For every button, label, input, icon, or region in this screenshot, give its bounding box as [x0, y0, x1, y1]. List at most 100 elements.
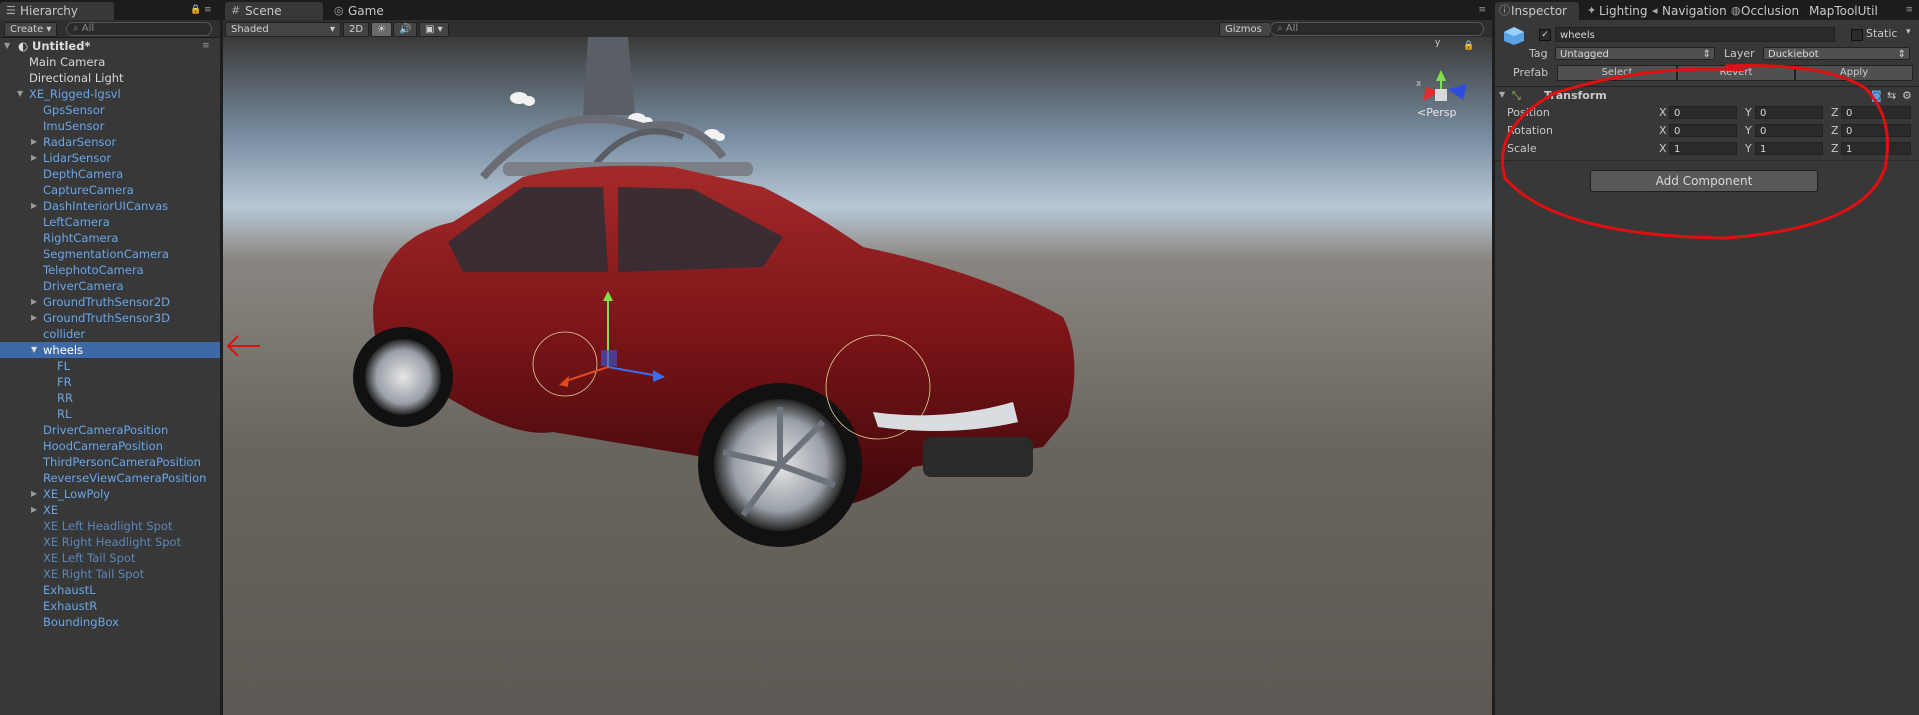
item-label: ReverseViewCameraPosition — [43, 471, 207, 485]
list-item[interactable]: ▶ XE_LowPoly — [0, 486, 220, 502]
list-item[interactable]: collider — [0, 326, 220, 342]
item-label: Main Camera — [29, 55, 106, 69]
item-label: XE Right Headlight Spot — [43, 535, 182, 549]
annotation-circle — [1500, 63, 1889, 240]
sensor-rack-arc — [590, 128, 685, 169]
list-item[interactable]: ▶ LidarSensor — [0, 150, 220, 166]
list-item[interactable]: Directional Light — [0, 70, 220, 86]
lock-icon[interactable]: 🔒 — [1463, 41, 1474, 51]
occlusion-icon: ◍ — [1731, 4, 1741, 17]
orientation-gizmo[interactable] — [1423, 70, 1467, 101]
list-item[interactable]: ExhaustR — [0, 598, 220, 614]
item-label: GroundTruthSensor2D — [43, 295, 171, 309]
active-checkbox[interactable]: ✓ — [1539, 29, 1551, 41]
list-item[interactable]: ▶ GroundTruthSensor3D — [0, 310, 220, 326]
collapsed-arrow-icon[interactable]: ▶ — [31, 150, 37, 166]
list-item[interactable]: ▶ XE — [0, 502, 220, 518]
list-item[interactable]: FR — [0, 374, 220, 390]
cloud-icon — [510, 92, 535, 106]
tab-hierarchy-label: Hierarchy — [20, 4, 79, 18]
collapsed-arrow-icon[interactable]: ▶ — [31, 310, 37, 326]
list-item[interactable]: SegmentationCamera — [0, 246, 220, 262]
list-item[interactable]: CaptureCamera — [0, 182, 220, 198]
scene-root-row[interactable]: ▼ ◐ Untitled* ≡ — [0, 38, 220, 54]
tab-maptool[interactable]: MapToolUtil — [1803, 2, 1882, 20]
chevron-down-icon[interactable]: ▾ — [1906, 27, 1911, 37]
tab-occlusion[interactable]: ◍ Occlusion — [1729, 2, 1803, 20]
mode-2d-toggle[interactable]: 2D — [343, 22, 370, 37]
list-item[interactable]: DepthCamera — [0, 166, 220, 182]
audio-toggle[interactable]: 🔊 — [393, 22, 418, 37]
collapsed-arrow-icon[interactable]: ▶ — [31, 134, 37, 150]
list-item[interactable]: ▼ XE_Rigged-lgsvl — [0, 86, 220, 102]
scene-viewport[interactable]: y x <Persp 🔒 — [223, 37, 1492, 715]
list-item[interactable]: RR — [0, 390, 220, 406]
scene-render — [353, 37, 1467, 547]
list-item[interactable]: GpsSensor — [0, 102, 220, 118]
perspective-label[interactable]: <Persp — [1417, 106, 1456, 119]
list-item[interactable]: ▶ GroundTruthSensor2D — [0, 294, 220, 310]
item-label: GroundTruthSensor3D — [43, 311, 171, 325]
list-item[interactable]: XE Right Headlight Spot — [0, 534, 220, 550]
list-item[interactable]: RL — [0, 406, 220, 422]
lighting-toggle[interactable]: ☀ — [371, 22, 392, 37]
list-item[interactable]: ▶ DashInteriorUICanvas — [0, 198, 220, 214]
list-item[interactable]: HoodCameraPosition — [0, 438, 220, 454]
tab-lighting[interactable]: ✦ Lighting — [1583, 2, 1652, 20]
panel-menu-icon[interactable]: ≡ — [204, 5, 212, 15]
lock-icon[interactable]: 🔒 — [190, 5, 201, 15]
list-item[interactable]: DriverCameraPosition — [0, 422, 220, 438]
item-label: SegmentationCamera — [43, 247, 169, 261]
hierarchy-tree: ▼ ◐ Untitled* ≡ Main Camera Directional … — [0, 38, 220, 715]
item-label: DriverCamera — [43, 279, 124, 293]
list-item[interactable]: ImuSensor — [0, 118, 220, 134]
tab-hierarchy[interactable]: ☰ Hierarchy — [0, 2, 114, 20]
tab-maptool-label: MapToolUtil — [1809, 4, 1878, 18]
tab-scene[interactable]: # Scene — [225, 2, 323, 20]
tab-game[interactable]: ◎ Game — [328, 2, 406, 20]
panel-menu-icon[interactable]: ≡ — [1478, 5, 1486, 15]
collapsed-arrow-icon[interactable]: ▶ — [31, 294, 37, 310]
expand-arrow-icon[interactable]: ▼ — [31, 342, 37, 358]
collapsed-arrow-icon[interactable]: ▶ — [31, 486, 37, 502]
list-item[interactable]: XE Left Headlight Spot — [0, 518, 220, 534]
panel-menu-icon[interactable]: ≡ — [1905, 5, 1913, 15]
list-item[interactable]: ▶ RadarSensor — [0, 134, 220, 150]
shading-mode-dropdown[interactable]: Shaded ▾ — [225, 22, 341, 37]
list-item[interactable]: XE Left Tail Spot — [0, 550, 220, 566]
list-item[interactable]: Main Camera — [0, 54, 220, 70]
item-label: ThirdPersonCameraPosition — [43, 455, 201, 469]
list-item[interactable]: DriverCamera — [0, 278, 220, 294]
scene-menu-icon[interactable]: ≡ — [202, 38, 210, 54]
static-checkbox[interactable] — [1851, 29, 1863, 41]
list-item[interactable]: LeftCamera — [0, 214, 220, 230]
collapsed-arrow-icon[interactable]: ▶ — [31, 502, 37, 518]
list-item-selected[interactable]: ▼ wheels — [0, 342, 220, 358]
expand-arrow-icon[interactable]: ▼ — [17, 86, 23, 102]
list-item[interactable]: FL — [0, 358, 220, 374]
list-item[interactable]: ThirdPersonCameraPosition — [0, 454, 220, 470]
effects-dropdown[interactable]: ▣ ▾ — [419, 22, 449, 37]
create-dropdown[interactable]: Create ▾ — [4, 22, 58, 37]
scene-search-input[interactable]: ⌕ All — [1270, 22, 1484, 36]
list-item[interactable]: ExhaustL — [0, 582, 220, 598]
list-item[interactable]: RightCamera — [0, 230, 220, 246]
item-label: BoundingBox — [43, 615, 119, 629]
list-item[interactable]: BoundingBox — [0, 614, 220, 630]
object-name-field[interactable]: wheels — [1555, 27, 1835, 42]
tab-navigation-label: Navigation — [1662, 4, 1727, 18]
tab-inspector-label: Inspector — [1511, 4, 1567, 18]
list-item[interactable]: ReverseViewCameraPosition — [0, 470, 220, 486]
list-item[interactable]: XE Right Tail Spot — [0, 566, 220, 582]
tab-inspector[interactable]: ⓘ Inspector — [1495, 2, 1579, 20]
hierarchy-panel: ☰ Hierarchy 🔒 ≡ Create ▾ ⌕ All ▼ ◐ Untit… — [0, 0, 220, 715]
tab-navigation[interactable]: ◂ Navigation — [1648, 2, 1731, 20]
inspector-panel: ⓘ Inspector ✦ Lighting ◂ Navigation ◍ Oc… — [1495, 0, 1919, 715]
gizmos-dropdown[interactable]: Gizmos ▾ — [1219, 22, 1271, 48]
list-item[interactable]: TelephotoCamera — [0, 262, 220, 278]
hierarchy-search-input[interactable]: ⌕ All — [66, 22, 212, 36]
navigation-icon: ◂ — [1652, 4, 1658, 17]
item-label: RightCamera — [43, 231, 119, 245]
collapsed-arrow-icon[interactable]: ▶ — [31, 198, 37, 214]
expand-arrow-icon[interactable]: ▼ — [4, 38, 10, 54]
